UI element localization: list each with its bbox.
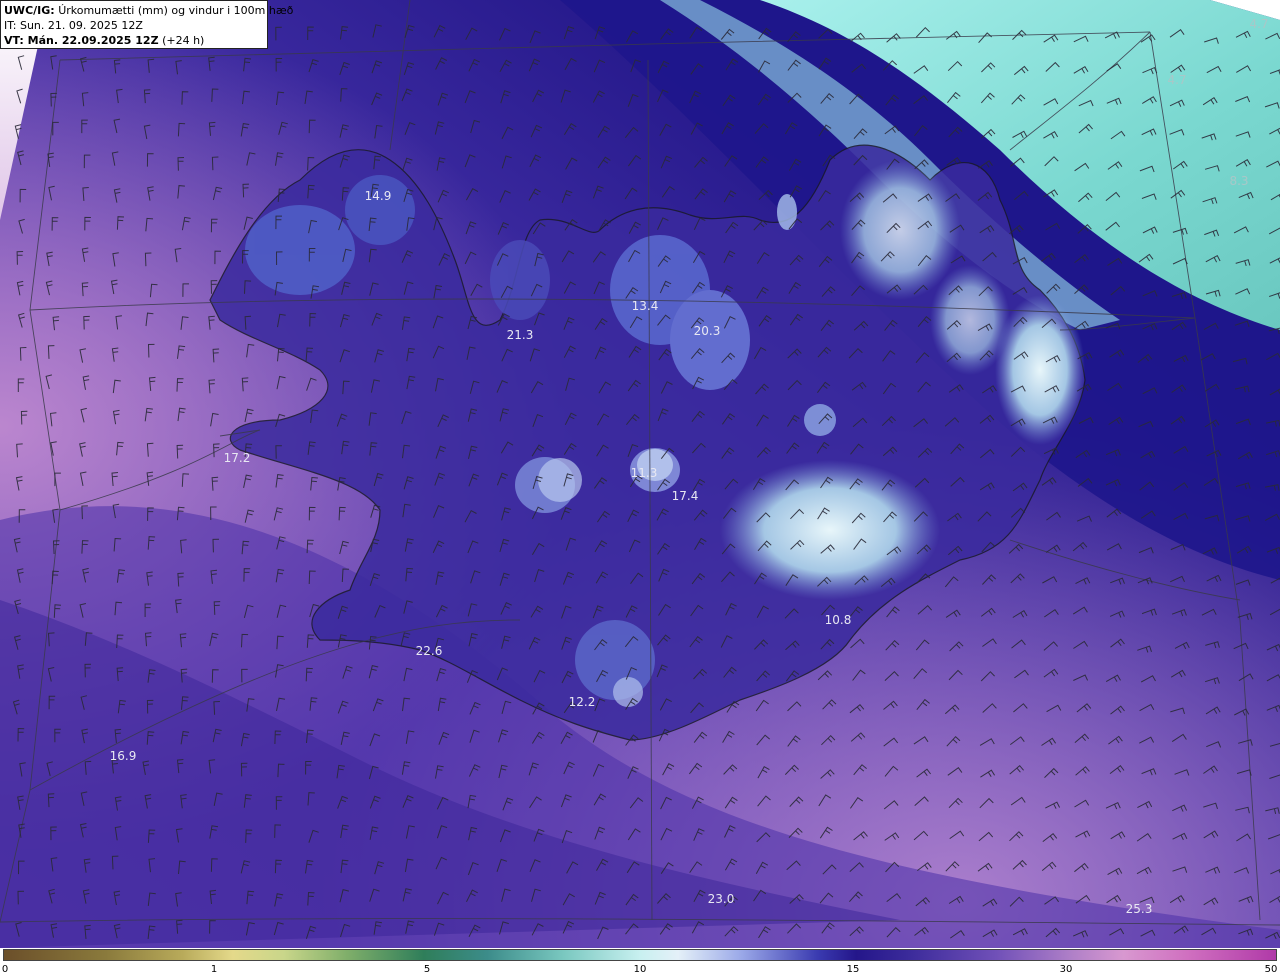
value-label: 4.7	[1167, 73, 1187, 87]
map-info-box: UWC/IG: Úrkomumætti (mm) og vindur i 100…	[0, 0, 293, 49]
colorbar-tick: 10	[633, 964, 647, 975]
colorbar-strip	[3, 949, 1277, 961]
value-label: 13.4	[631, 299, 659, 313]
colorbar: 0 1 5 10 15 30 50	[0, 948, 1280, 978]
value-label: 23.0	[707, 892, 735, 906]
colorbar-tick: 15	[846, 964, 860, 975]
value-label: 20.3	[693, 324, 721, 338]
weather-map: 14.9 21.3 13.4 20.3 17.2 11.3 17.4 10.8 …	[0, 0, 1280, 948]
value-label: 10.8	[824, 613, 852, 627]
value-label: 8.3	[1229, 174, 1249, 188]
valid-time-line: VT: Mán. 22.09.2025 12Z (+24 h)	[4, 33, 264, 48]
value-label: 11.3	[630, 466, 658, 480]
forecast-lead: (+24 h)	[162, 34, 205, 47]
colorbar-tick: 30	[1059, 964, 1073, 975]
value-label: 21.3	[506, 328, 534, 342]
value-label: 16.9	[109, 749, 137, 763]
title-line: UWC/IG: Úrkomumætti (mm) og vindur i 100…	[4, 3, 293, 18]
colorbar-tick: 5	[423, 964, 431, 975]
value-label: 12.2	[568, 695, 596, 709]
value-label: 17.2	[223, 451, 251, 465]
value-label: 4.7	[1249, 17, 1269, 31]
value-label: 25.3	[1125, 902, 1153, 916]
colorbar-tick: 1	[210, 964, 218, 975]
value-label: 17.4	[671, 489, 699, 503]
colorbar-tick: 50	[1264, 964, 1278, 975]
value-label: 22.6	[415, 644, 443, 658]
value-label: 14.9	[364, 189, 392, 203]
map-title: Úrkomumætti (mm) og vindur i 100m hæð	[58, 4, 294, 17]
colorbar-tick: 0	[1, 964, 9, 975]
model-label: UWC/IG:	[4, 4, 55, 17]
initial-time: IT: Sun. 21. 09. 2025 12Z	[4, 19, 143, 32]
valid-time: VT: Mán. 22.09.2025 12Z	[4, 34, 159, 47]
